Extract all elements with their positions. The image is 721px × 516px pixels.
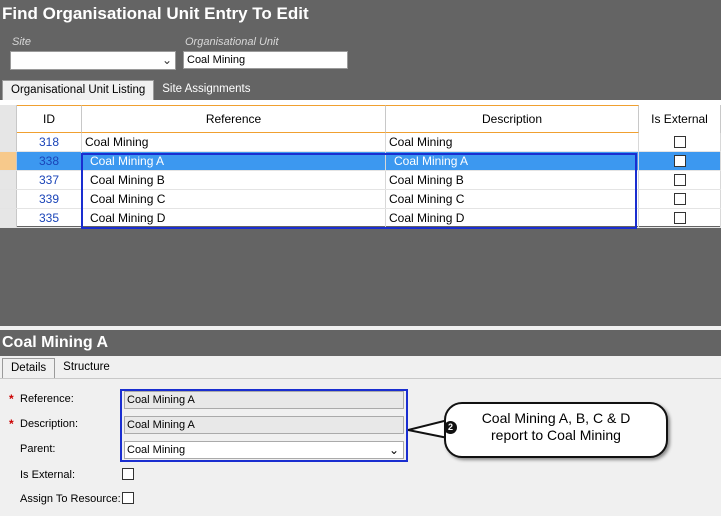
parent-label: Parent: <box>20 443 56 455</box>
grid-header: ID Reference Description Is External <box>0 105 721 133</box>
is-external-checkbox[interactable] <box>673 174 686 186</box>
row-header-corner <box>0 105 17 133</box>
site-label: Site <box>12 36 31 48</box>
org-unit-label: Organisational Unit <box>185 36 279 48</box>
row-selector[interactable] <box>0 152 17 170</box>
column-header-reference[interactable]: Reference <box>82 105 386 133</box>
cell-is-external <box>639 133 721 151</box>
tab-org-unit-listing[interactable]: Organisational Unit Listing <box>2 80 155 100</box>
is-external-checkbox[interactable] <box>673 155 686 167</box>
detail-tabs: Details Structure <box>2 358 118 378</box>
is-external-checkbox[interactable] <box>673 212 686 224</box>
is-external-checkbox[interactable] <box>673 136 686 148</box>
page-title: Find Organisational Unit Entry To Edit <box>2 4 309 23</box>
required-marker: * <box>9 392 14 406</box>
org-unit-grid: ID Reference Description Is External 318… <box>0 100 721 229</box>
cell-is-external <box>639 190 721 208</box>
cell-id: 337 <box>17 171 82 189</box>
org-unit-input[interactable]: Coal Mining <box>183 51 348 69</box>
site-select[interactable]: ⌄ <box>10 51 176 70</box>
column-header-id[interactable]: ID <box>17 105 82 133</box>
cell-is-external <box>639 152 721 170</box>
search-panel: Find Organisational Unit Entry To Edit S… <box>0 0 721 326</box>
table-row[interactable]: 318 Coal Mining Coal Mining <box>0 133 721 152</box>
callout-line-1: Coal Mining A, B, C & D <box>481 410 631 426</box>
row-selector[interactable] <box>0 133 17 151</box>
detail-title-bar: Coal Mining A <box>0 330 721 356</box>
chevron-down-icon[interactable]: ⌄ <box>162 53 172 67</box>
assign-to-resource-checkbox[interactable] <box>122 492 134 504</box>
callout-note: Coal Mining A, B, C & D report to Coal M… <box>444 402 668 458</box>
cell-description: Coal Mining <box>386 133 639 151</box>
column-header-description[interactable]: Description <box>386 105 639 133</box>
cell-id: 318 <box>17 133 82 151</box>
required-marker: * <box>9 417 14 431</box>
is-external-checkbox[interactable] <box>122 468 134 480</box>
is-external-checkbox[interactable] <box>673 193 686 205</box>
cell-reference: Coal Mining <box>82 133 386 151</box>
cell-id: 335 <box>17 209 82 227</box>
row-selector[interactable] <box>0 190 17 208</box>
cell-id: 338 <box>17 152 82 170</box>
callout-line-2: report to Coal Mining <box>491 427 621 443</box>
description-label: Description: <box>20 418 79 430</box>
reference-label: Reference: <box>20 393 74 405</box>
column-header-is-external[interactable]: Is External <box>639 105 721 133</box>
callout-number-badge: 2 <box>444 421 457 434</box>
tab-site-assignments[interactable]: Site Assignments <box>154 80 258 100</box>
tab-structure[interactable]: Structure <box>55 358 118 378</box>
row-selector[interactable] <box>0 209 17 227</box>
detail-title: Coal Mining A <box>2 334 109 351</box>
row-selector[interactable] <box>0 171 17 189</box>
assign-to-resource-label: Assign To Resource: <box>20 493 121 505</box>
is-external-label: Is External: <box>20 469 76 481</box>
highlight-box-rows <box>81 153 637 229</box>
cell-is-external <box>639 171 721 189</box>
tab-details[interactable]: Details <box>2 358 56 378</box>
cell-id: 339 <box>17 190 82 208</box>
cell-is-external <box>639 209 721 227</box>
highlight-box-fields <box>120 389 408 462</box>
listing-tabs: Organisational Unit Listing Site Assignm… <box>2 80 258 100</box>
